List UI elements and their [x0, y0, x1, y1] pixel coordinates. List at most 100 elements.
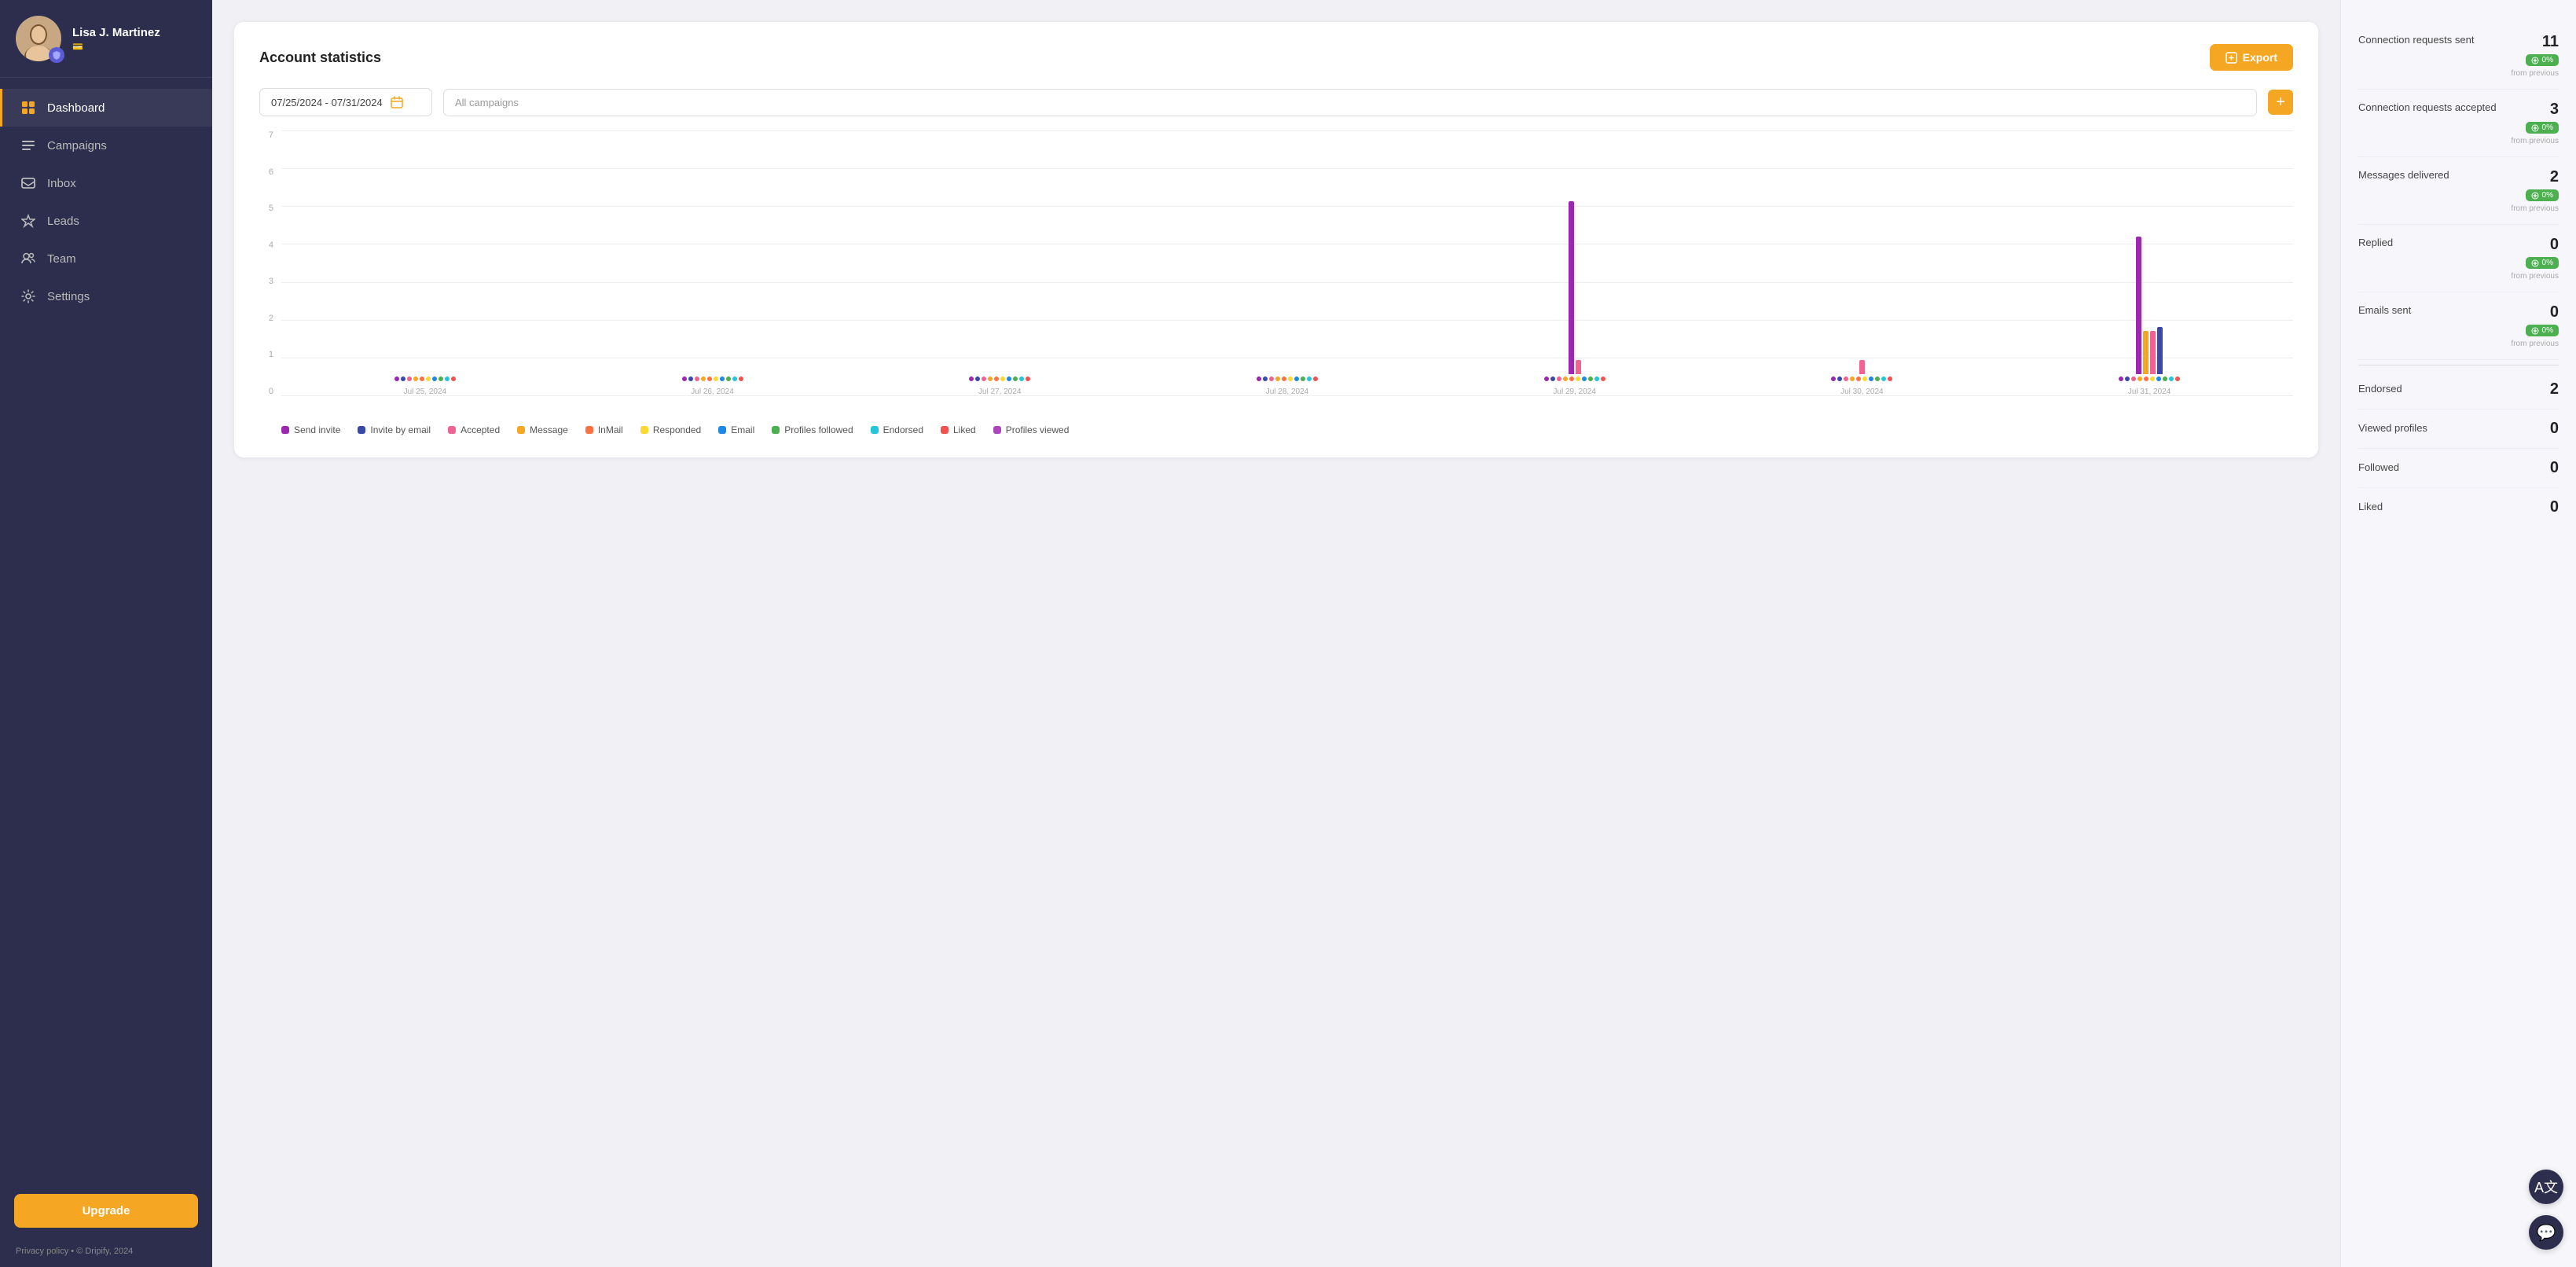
- shield-icon: [49, 47, 64, 63]
- stat-right-messages-delivered: 2 0% from previous: [2511, 168, 2559, 213]
- legend-send-invite: Send invite: [281, 424, 340, 435]
- stat-label-connection-requests-accepted: Connection requests accepted: [2358, 101, 2511, 115]
- dot: [2150, 376, 2155, 381]
- legend-dot-accepted: [448, 426, 456, 434]
- dot: [720, 376, 725, 381]
- bar-invite-email-jul31: [2157, 327, 2163, 374]
- stat-from-replied: from previous: [2511, 272, 2559, 281]
- day-group-jul25: Jul 25, 2024: [394, 376, 456, 396]
- bar-message-jul31: [2143, 331, 2149, 374]
- dot: [445, 376, 450, 381]
- dot: [407, 376, 412, 381]
- legend-endorsed: Endorsed: [871, 424, 923, 435]
- dot: [1875, 376, 1880, 381]
- campaigns-filter[interactable]: All campaigns: [443, 89, 2257, 116]
- export-button[interactable]: Export: [2210, 44, 2293, 71]
- date-range-picker[interactable]: 07/25/2024 - 07/31/2024: [259, 88, 432, 116]
- fab-translate-button[interactable]: A文: [2529, 1170, 2563, 1204]
- dot: [420, 376, 424, 381]
- badge-icon: [2531, 124, 2539, 132]
- legend-dot-responded: [640, 426, 648, 434]
- legend-email: Email: [718, 424, 754, 435]
- dot: [2175, 376, 2180, 381]
- stat-badge-connection-requests-accepted: 0%: [2526, 122, 2559, 134]
- stat-viewed-profiles: Viewed profiles 0: [2358, 409, 2559, 449]
- dot: [1275, 376, 1280, 381]
- dot: [2163, 376, 2167, 381]
- day-label-jul29: Jul 29, 2024: [1553, 387, 1596, 396]
- dot: [1831, 376, 1836, 381]
- day-label-jul28: Jul 28, 2024: [1266, 387, 1309, 396]
- dot: [1257, 376, 1261, 381]
- sidebar-item-team[interactable]: Team: [0, 240, 212, 277]
- dots-jul27: [969, 376, 1030, 381]
- badge-icon: [2531, 192, 2539, 200]
- day-label-jul25: Jul 25, 2024: [404, 387, 447, 396]
- stat-label-connection-requests-sent: Connection requests sent: [2358, 33, 2511, 47]
- dot: [1000, 376, 1005, 381]
- sidebar-item-label-leads: Leads: [47, 215, 79, 228]
- stat-followed: Followed 0: [2358, 449, 2559, 488]
- sidebar-item-label-inbox: Inbox: [47, 177, 76, 190]
- bars-jul25: [394, 376, 456, 383]
- sidebar: Lisa J. Martinez 💳 Dashboard Campaigns I…: [0, 0, 212, 1267]
- sidebar-item-campaigns[interactable]: Campaigns: [0, 127, 212, 164]
- bar-accepted-jul30: [1859, 360, 1865, 374]
- dashboard-icon: [20, 99, 37, 116]
- account-statistics-card: Account statistics Export 07/25/2024 - 0…: [234, 22, 2318, 457]
- dot: [739, 376, 743, 381]
- stat-right-emails-sent: 0 0% from previous: [2511, 303, 2559, 348]
- dot: [1850, 376, 1855, 381]
- stat-label-messages-delivered: Messages delivered: [2358, 168, 2511, 182]
- sidebar-item-settings[interactable]: Settings: [0, 277, 212, 315]
- export-icon: [2226, 52, 2237, 64]
- chat-icon: 💬: [2537, 1223, 2556, 1243]
- dots-jul29: [1544, 376, 1605, 381]
- dot: [1601, 376, 1605, 381]
- dot: [1557, 376, 1561, 381]
- y-label-7: 7: [259, 130, 273, 140]
- badge-icon: [2531, 259, 2539, 267]
- badge-icon: [2531, 327, 2539, 335]
- dot: [1307, 376, 1312, 381]
- stat-connection-requests-accepted: Connection requests accepted 3 0% from p…: [2358, 90, 2559, 157]
- filter-row: 07/25/2024 - 07/31/2024 All campaigns +: [259, 88, 2293, 116]
- fab-chat-button[interactable]: 💬: [2529, 1215, 2563, 1250]
- y-axis: 0 1 2 3 4 5 6 7: [259, 130, 273, 413]
- legend-label-endorsed: Endorsed: [883, 424, 923, 435]
- dot: [1856, 376, 1861, 381]
- dot: [1544, 376, 1549, 381]
- dot: [1282, 376, 1286, 381]
- sidebar-item-leads[interactable]: Leads: [0, 202, 212, 240]
- profile-name: Lisa J. Martinez: [72, 26, 160, 39]
- stat-value-replied: 0: [2550, 236, 2559, 254]
- dot: [726, 376, 731, 381]
- stat-value-emails-sent: 0: [2550, 303, 2559, 321]
- stats-panel: Connection requests sent 11 0% from prev…: [2340, 0, 2576, 1267]
- dot: [439, 376, 443, 381]
- sidebar-item-dashboard[interactable]: Dashboard: [0, 89, 212, 127]
- main-area: Account statistics Export 07/25/2024 - 0…: [212, 0, 2576, 1267]
- legend-dot-endorsed: [871, 426, 879, 434]
- dot: [1862, 376, 1867, 381]
- day-group-jul28: Jul 28, 2024: [1257, 376, 1318, 396]
- sidebar-item-label-dashboard: Dashboard: [47, 101, 105, 115]
- legend-dot-profiles-followed: [772, 426, 780, 434]
- dot: [1263, 376, 1268, 381]
- dot: [707, 376, 712, 381]
- dot: [1550, 376, 1555, 381]
- dot: [1576, 376, 1580, 381]
- avatar-wrap: [16, 16, 61, 61]
- add-campaign-button[interactable]: +: [2268, 90, 2293, 115]
- y-label-2: 2: [259, 314, 273, 323]
- legend-label-profiles-viewed: Profiles viewed: [1006, 424, 1070, 435]
- dot: [1582, 376, 1587, 381]
- legend-label-responded: Responded: [653, 424, 701, 435]
- bar-accepted-jul29: [1576, 360, 1581, 374]
- upgrade-button[interactable]: Upgrade: [14, 1194, 198, 1228]
- legend-dot-message: [517, 426, 525, 434]
- dot: [1869, 376, 1873, 381]
- sidebar-item-inbox[interactable]: Inbox: [0, 164, 212, 202]
- dot: [994, 376, 999, 381]
- calendar-icon: [391, 96, 403, 108]
